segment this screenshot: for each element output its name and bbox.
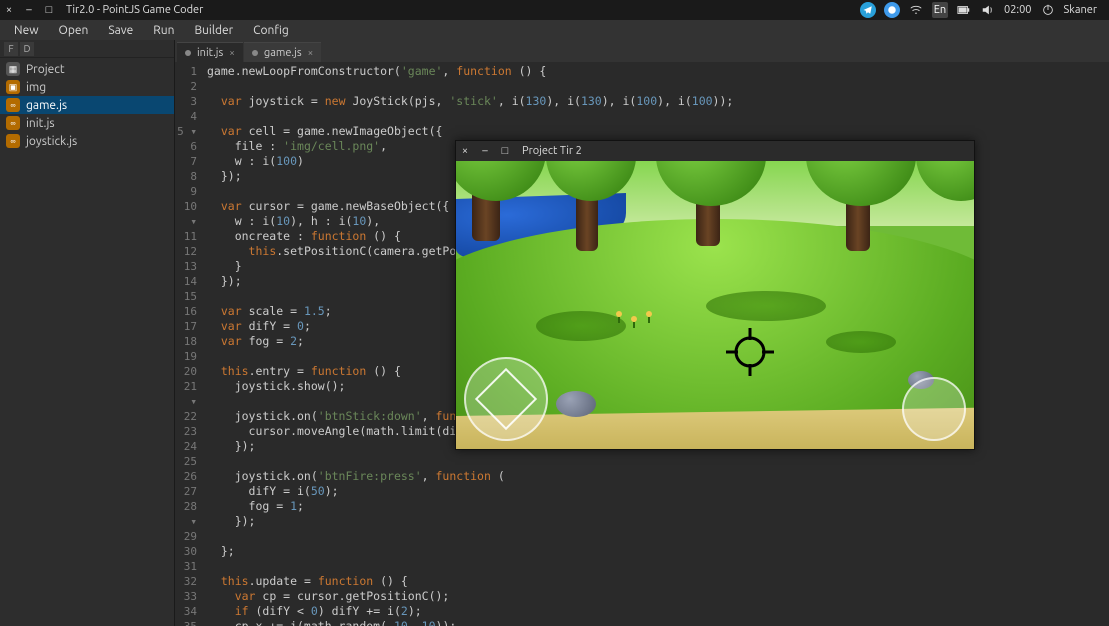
telegram-icon[interactable]: [860, 2, 876, 18]
tab-dirty-dot: [252, 50, 258, 56]
close-icon[interactable]: ×: [4, 4, 14, 16]
messenger-icon[interactable]: [884, 2, 900, 18]
maximize-icon[interactable]: □: [500, 145, 510, 157]
window-title: Tir2.0 - PointJS Game Coder: [66, 4, 860, 16]
tree-item-init-js[interactable]: ∞ init.js: [0, 114, 174, 132]
battery-icon[interactable]: [956, 2, 972, 18]
tab-init-js[interactable]: init.js ×: [177, 42, 243, 62]
game-window-title: Project Tir 2: [522, 145, 582, 157]
game-preview-window: × – □ Project Tir 2: [455, 140, 975, 450]
file-tree: ▦ Project ▣ img ∞ game.js ∞ init.js ∞ jo…: [0, 58, 174, 152]
clock[interactable]: 02:00: [1004, 4, 1032, 16]
menu-save[interactable]: Save: [98, 22, 143, 39]
language-indicator[interactable]: En: [932, 2, 948, 18]
tabstrip: init.js × game.js ×: [175, 40, 1109, 62]
line-gutter: 12345 ▾678910 ▾1112131415161718192021 ▾2…: [175, 62, 201, 626]
tree-label: Project: [26, 63, 65, 76]
tab-label: init.js: [197, 47, 223, 59]
minimize-icon[interactable]: –: [24, 4, 34, 16]
close-icon[interactable]: ×: [460, 145, 470, 157]
joystick-stick[interactable]: [464, 357, 548, 441]
js-icon: ∞: [6, 134, 20, 148]
close-icon[interactable]: ×: [308, 47, 314, 58]
tree-label: init.js: [26, 117, 55, 130]
js-icon: ∞: [6, 116, 20, 130]
joystick-dpad-icon: [475, 368, 537, 430]
menu-config[interactable]: Config: [243, 22, 299, 39]
crosshair-icon: [724, 326, 776, 378]
os-titlebar: × – □ Tir2.0 - PointJS Game Coder En 02:…: [0, 0, 1109, 20]
wifi-icon[interactable]: [908, 2, 924, 18]
tab-label: game.js: [264, 47, 302, 59]
tab-game-js[interactable]: game.js ×: [244, 42, 321, 62]
app-menubar: New Open Save Run Builder Config: [0, 20, 1109, 40]
folder-icon: ▣: [6, 80, 20, 94]
username[interactable]: Skaner: [1064, 4, 1097, 16]
sidebar-toggle-f[interactable]: F: [4, 42, 18, 56]
maximize-icon[interactable]: □: [44, 4, 54, 16]
tree-item-project[interactable]: ▦ Project: [0, 60, 174, 78]
tree-label: game.js: [26, 99, 67, 112]
power-icon[interactable]: [1040, 2, 1056, 18]
game-window-titlebar[interactable]: × – □ Project Tir 2: [456, 141, 974, 161]
window-controls: × – □: [4, 4, 54, 16]
minimize-icon[interactable]: –: [480, 145, 490, 157]
system-tray: En 02:00 Skaner: [860, 2, 1105, 18]
js-icon: ∞: [6, 98, 20, 112]
menu-new[interactable]: New: [4, 22, 49, 39]
scene-grass: [826, 331, 896, 353]
tree-label: joystick.js: [26, 135, 77, 148]
window-controls: × – □: [460, 145, 510, 157]
project-sidebar: F D ▦ Project ▣ img ∞ game.js ∞ init.js …: [0, 40, 175, 626]
sidebar-toggles: F D: [0, 40, 174, 58]
tree-label: img: [26, 81, 46, 94]
tree-item-joystick-js[interactable]: ∞ joystick.js: [0, 132, 174, 150]
close-icon[interactable]: ×: [229, 47, 235, 58]
project-icon: ▦: [6, 62, 20, 76]
scene-grass: [706, 291, 826, 321]
game-canvas[interactable]: [456, 161, 974, 449]
joystick-fire-button[interactable]: [902, 377, 966, 441]
scene-rock: [556, 391, 596, 417]
menu-run[interactable]: Run: [143, 22, 184, 39]
tab-dirty-dot: [185, 50, 191, 56]
tree-item-img[interactable]: ▣ img: [0, 78, 174, 96]
scene-grass: [536, 311, 626, 341]
volume-icon[interactable]: [980, 2, 996, 18]
menu-open[interactable]: Open: [49, 22, 99, 39]
sidebar-toggle-d[interactable]: D: [20, 42, 34, 56]
tree-item-game-js[interactable]: ∞ game.js: [0, 96, 174, 114]
scene-flower: [646, 311, 652, 317]
menu-builder[interactable]: Builder: [184, 22, 243, 39]
scene-flower: [616, 311, 622, 317]
scene-flower: [631, 316, 637, 322]
